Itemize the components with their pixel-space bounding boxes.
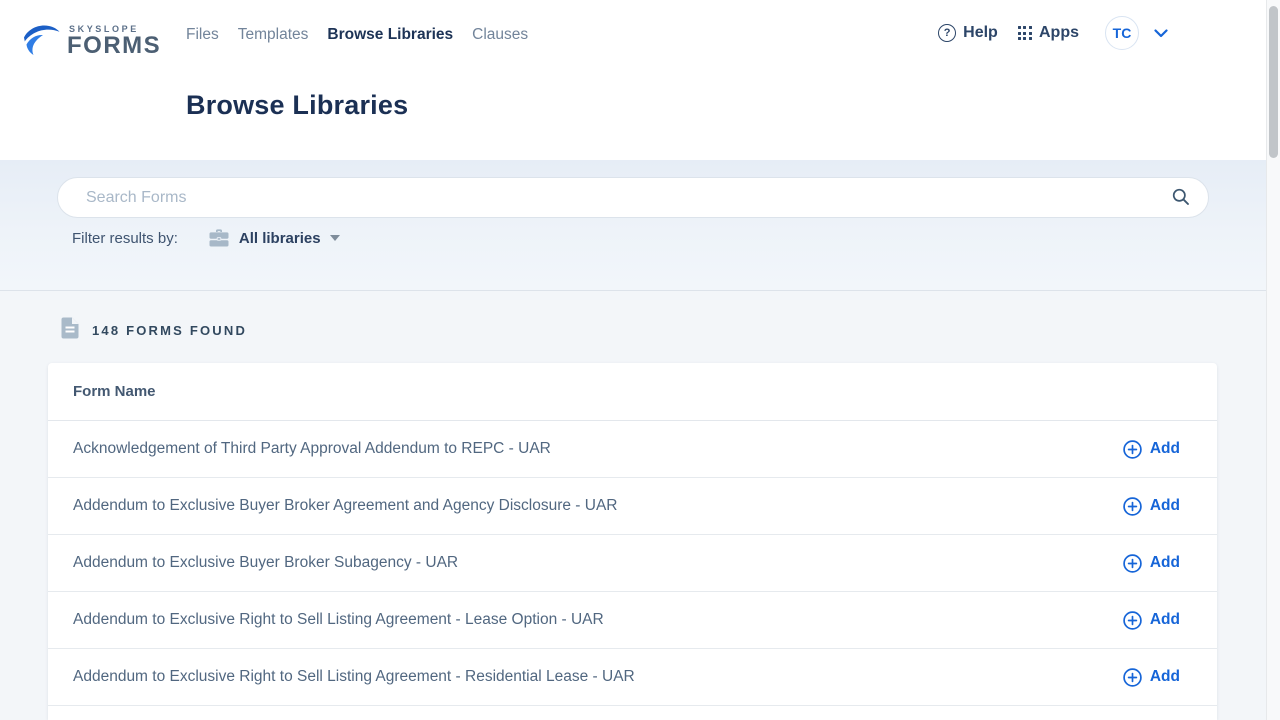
help-question-icon: ? <box>938 24 956 42</box>
add-form-button[interactable]: Add <box>1123 554 1180 573</box>
nav-item-browse-libraries[interactable]: Browse Libraries <box>327 26 453 43</box>
apps-button[interactable]: Apps <box>998 24 1079 42</box>
header-actions: ? Help Apps TC <box>938 16 1168 50</box>
form-name-column-header: Form Name <box>73 383 156 400</box>
table-row[interactable]: Addendum to Exclusive Right to Sell List… <box>48 649 1217 706</box>
table-header-row: Form Name <box>48 363 1217 421</box>
plus-circle-icon <box>1123 497 1142 516</box>
search-input[interactable] <box>57 177 1209 218</box>
forms-found-count: 148 FORMS FOUND <box>92 323 247 338</box>
filter-label: Filter results by: <box>72 230 178 247</box>
table-row[interactable]: Acknowledgement of Third Party Approval … <box>48 421 1217 478</box>
plus-circle-icon <box>1123 554 1142 573</box>
add-button-label: Add <box>1150 668 1180 686</box>
apps-label: Apps <box>1039 24 1079 42</box>
account-menu-chevron-down-icon[interactable] <box>1154 29 1168 38</box>
nav-item-files[interactable]: Files <box>186 26 219 43</box>
main-content: 148 FORMS FOUND Form Name Acknowledgemen… <box>0 292 1280 720</box>
table-row-partial <box>48 706 1217 720</box>
vertical-scrollbar-thumb[interactable] <box>1269 6 1278 158</box>
filter-row: Filter results by: All libraries <box>72 229 340 247</box>
plus-circle-icon <box>1123 668 1142 687</box>
table-row[interactable]: Addendum to Exclusive Buyer Broker Agree… <box>48 478 1217 535</box>
skyslope-swoosh-icon <box>22 23 62 62</box>
top-header: SKYSLOPE FORMS Files Templates Browse Li… <box>0 0 1280 160</box>
form-name: Addendum to Exclusive Buyer Broker Agree… <box>73 497 617 515</box>
add-button-label: Add <box>1150 440 1180 458</box>
add-button-label: Add <box>1150 554 1180 572</box>
forms-table: Form Name Acknowledgement of Third Party… <box>48 363 1217 720</box>
add-button-label: Add <box>1150 611 1180 629</box>
add-form-button[interactable]: Add <box>1123 440 1180 459</box>
library-filter-dropdown[interactable]: All libraries <box>239 230 321 247</box>
nav-item-templates[interactable]: Templates <box>238 26 309 43</box>
add-form-button[interactable]: Add <box>1123 611 1180 630</box>
briefcase-icon <box>209 229 229 247</box>
plus-circle-icon <box>1123 611 1142 630</box>
help-button[interactable]: ? Help <box>938 24 998 42</box>
plus-circle-icon <box>1123 440 1142 459</box>
search-bar <box>57 177 1209 218</box>
form-name: Addendum to Exclusive Right to Sell List… <box>73 611 604 629</box>
vertical-scrollbar-track[interactable] <box>1266 0 1280 720</box>
form-name: Acknowledgement of Third Party Approval … <box>73 440 551 458</box>
document-icon <box>61 317 79 344</box>
form-name: Addendum to Exclusive Buyer Broker Subag… <box>73 554 458 572</box>
add-button-label: Add <box>1150 497 1180 515</box>
results-summary: 148 FORMS FOUND <box>61 317 247 344</box>
filter-caret-down-icon[interactable] <box>330 235 340 241</box>
add-form-button[interactable]: Add <box>1123 668 1180 687</box>
table-row[interactable]: Addendum to Exclusive Buyer Broker Subag… <box>48 535 1217 592</box>
nav-item-clauses[interactable]: Clauses <box>472 26 528 43</box>
search-icon[interactable] <box>1171 187 1191 212</box>
logo-wordmark: SKYSLOPE FORMS <box>67 23 161 58</box>
form-name: Addendum to Exclusive Right to Sell List… <box>73 668 635 686</box>
add-form-button[interactable]: Add <box>1123 497 1180 516</box>
logo-text-forms: FORMS <box>67 34 161 58</box>
apps-grid-icon <box>1018 26 1032 40</box>
search-section: Filter results by: All libraries <box>0 160 1280 291</box>
help-label: Help <box>963 24 998 42</box>
main-nav: Files Templates Browse Libraries Clauses <box>186 26 528 43</box>
table-row[interactable]: Addendum to Exclusive Right to Sell List… <box>48 592 1217 649</box>
page-title: Browse Libraries <box>186 90 408 121</box>
user-avatar[interactable]: TC <box>1105 16 1139 50</box>
skyslope-forms-logo[interactable]: SKYSLOPE FORMS <box>22 23 161 62</box>
